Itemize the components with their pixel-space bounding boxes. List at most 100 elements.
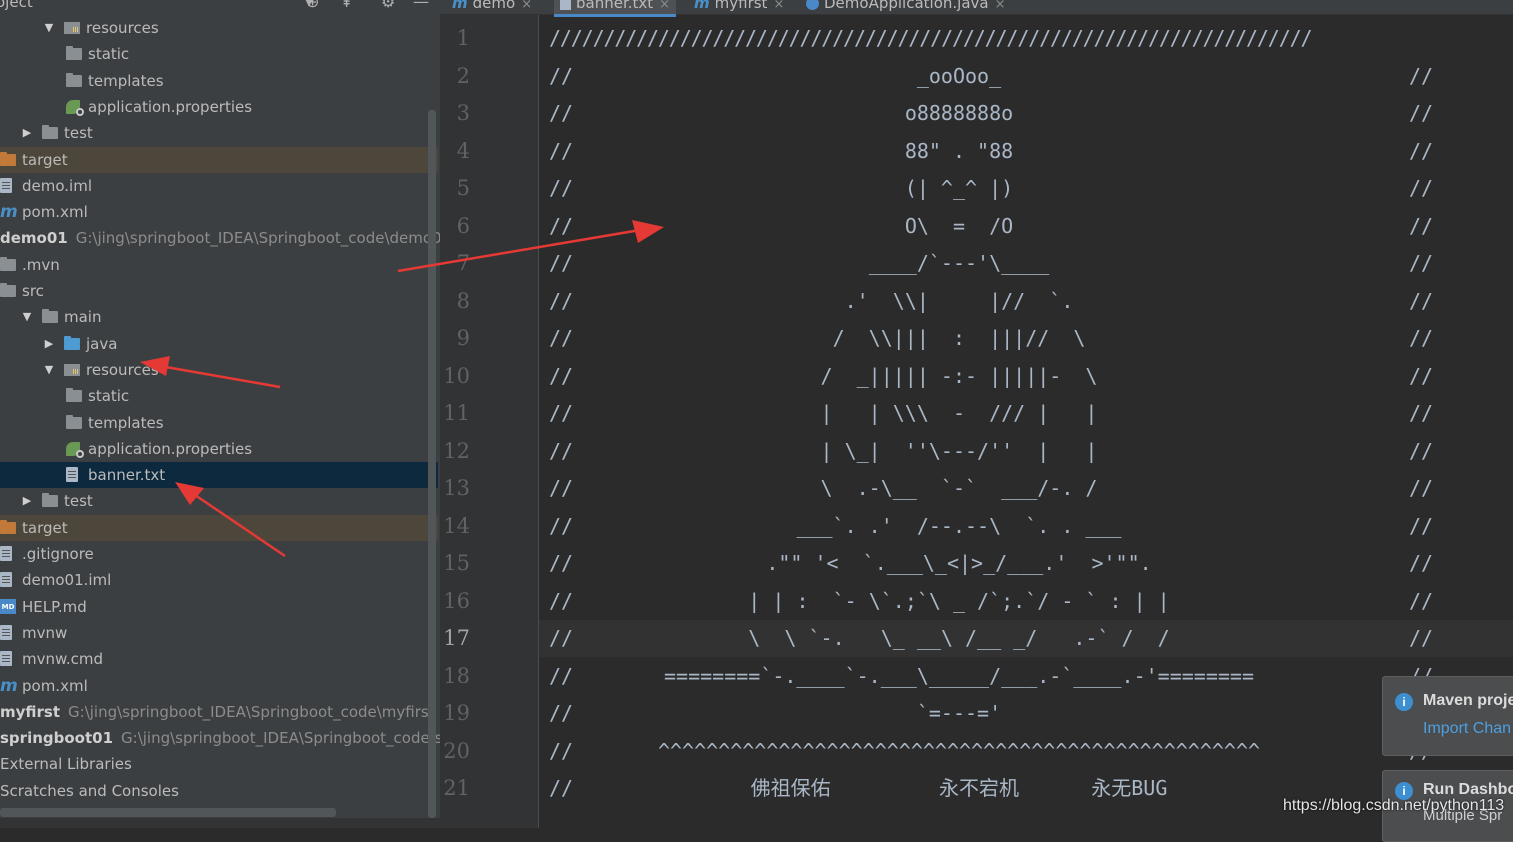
- tree-item[interactable]: application.properties: [0, 436, 438, 462]
- tree-item-label: java: [86, 331, 117, 357]
- comment-suffix: //: [1409, 251, 1434, 275]
- tree-item[interactable]: springboot01 G:\jing\springboot_IDEA\Spri…: [0, 725, 440, 751]
- line-number: 6: [456, 213, 470, 238]
- line-number: 11: [443, 401, 470, 425]
- comment-prefix: //: [549, 101, 574, 125]
- tree-item[interactable]: banner.txt: [0, 462, 438, 489]
- line-number-gutter[interactable]: 1 2 3 4 5 6 7 8 9 10 11 12 13 14 15 16 17 18 19 20 21: [440, 15, 539, 828]
- tree-item-label: application.properties: [88, 94, 252, 120]
- collapse-arrow-icon[interactable]: ▶: [20, 120, 34, 146]
- folder-icon: [42, 309, 58, 324]
- banner-art-text: o8888888o: [904, 101, 1014, 125]
- maven-notification[interactable]: i Maven proje Import Chan: [1382, 676, 1513, 756]
- tree-item[interactable]: m pom.xml: [0, 199, 438, 225]
- comment-suffix: //: [1409, 513, 1434, 538]
- tree-item[interactable]: templates: [0, 68, 438, 94]
- tree-item-name: templates: [88, 71, 164, 90]
- tree-item[interactable]: ▶ test: [0, 120, 438, 146]
- tree-item[interactable]: mvnw: [0, 620, 438, 646]
- tree-item[interactable]: .gitignore: [0, 541, 438, 567]
- tree-item[interactable]: demo.iml: [0, 173, 438, 199]
- comment-border: ////////////////////////////////////////…: [549, 26, 1313, 50]
- close-icon[interactable]: ×: [995, 0, 1006, 12]
- comment-prefix: //: [549, 63, 574, 88]
- banner-art-text: 佛祖保佑 永不宕机 永无BUG: [750, 776, 1168, 800]
- tree-item-name: static: [88, 387, 130, 406]
- comment-prefix: //: [549, 213, 574, 238]
- locate-file-icon[interactable]: ⊕: [306, 0, 319, 11]
- tree-item-label: demo01 G:\jing\springboot_IDEA\Springboot…: [0, 225, 440, 251]
- editor-tab-bar: m demo × banner.txt × m myfirst × DemoApplica…: [440, 0, 1513, 17]
- banner-art-text: ."" '< `.___\_<|>_/___.' >'"".: [766, 551, 1152, 575]
- panel-bottom-strip: [0, 818, 440, 828]
- tree-item-name: templates: [88, 413, 164, 432]
- tree-item[interactable]: ▼ resources: [0, 15, 438, 41]
- tree-item[interactable]: demo01.iml: [0, 567, 438, 593]
- tab-myfirst[interactable]: m myfirst ×: [694, 0, 784, 14]
- tree-item[interactable]: static: [0, 383, 438, 409]
- comment-suffix: //: [1409, 101, 1434, 125]
- tab-demo[interactable]: m demo ×: [452, 0, 532, 14]
- tree-item-label: .gitignore: [22, 541, 94, 567]
- tree-item[interactable]: application.properties: [0, 94, 438, 120]
- excluded-folder-icon: [0, 519, 16, 534]
- tree-item-name: demo.iml: [22, 176, 92, 195]
- source-folder-icon: [64, 335, 80, 350]
- line-number: 12: [443, 438, 470, 463]
- folder-icon: [0, 283, 16, 297]
- comment-prefix: //: [549, 476, 574, 500]
- tree-item-name: java: [86, 334, 118, 353]
- banner-art-text: 88" . "88: [904, 138, 1014, 163]
- spring-properties-icon: [66, 441, 84, 458]
- close-icon[interactable]: ×: [659, 0, 670, 12]
- tree-item-name: application.properties: [88, 439, 253, 458]
- line-number: 19: [443, 701, 470, 725]
- tree-item[interactable]: target: [0, 146, 438, 173]
- tree-item-name: mvnw: [22, 623, 68, 642]
- tree-item[interactable]: .mvn: [0, 252, 438, 278]
- tree-item-name: src: [22, 282, 44, 300]
- line-number: 14: [443, 513, 470, 538]
- editor-text-area[interactable]: // // // // // // // // // // // // // // // // // // // //…: [539, 15, 1513, 828]
- tree-item[interactable]: demo01 G:\jing\springboot_IDEA\Springboot…: [0, 225, 440, 251]
- spring-properties-icon: [66, 99, 84, 116]
- tree-item[interactable]: ▼ resources: [0, 357, 438, 383]
- tree-item[interactable]: External Libraries: [0, 751, 438, 777]
- line-number: 7: [456, 251, 470, 275]
- line-number: 15: [443, 551, 470, 575]
- tree-item-name: pom.xml: [22, 203, 88, 222]
- line-number: 17: [443, 626, 470, 650]
- tree-item[interactable]: m pom.xml: [0, 673, 438, 699]
- tree-item[interactable]: target: [0, 514, 438, 541]
- project-horizontal-scrollbar[interactable]: [0, 808, 336, 817]
- tree-item[interactable]: MD HELP.md: [0, 594, 438, 620]
- collapse-all-icon[interactable]: ⇞: [340, 0, 353, 11]
- tree-item[interactable]: static: [0, 41, 438, 67]
- comment-prefix: //: [549, 326, 574, 350]
- comment-prefix: //: [549, 588, 574, 613]
- tree-item[interactable]: ▶ test: [0, 488, 438, 514]
- tree-item-name: test: [64, 124, 93, 143]
- close-icon[interactable]: ×: [521, 0, 532, 12]
- import-changes-link[interactable]: Import Chan: [1423, 720, 1511, 738]
- project-vertical-scrollbar[interactable]: [428, 110, 436, 818]
- expand-arrow-icon[interactable]: ▼: [42, 15, 56, 41]
- expand-arrow-icon[interactable]: ▼: [20, 304, 34, 330]
- tree-item[interactable]: myfirst G:\jing\springboot_IDEA\Springboo…: [0, 699, 438, 725]
- tree-item[interactable]: mvnw.cmd: [0, 646, 438, 672]
- tab-demoapplication-java[interactable]: DemoApplication.java ×: [806, 0, 1005, 14]
- tree-item[interactable]: templates: [0, 410, 438, 436]
- text-file-icon: [0, 624, 12, 640]
- tree-item[interactable]: ▼ main: [0, 304, 438, 330]
- tab-label: demo: [472, 0, 516, 12]
- line-number: 5: [456, 176, 470, 200]
- tree-item[interactable]: Scratches and Consoles: [0, 778, 438, 804]
- close-icon[interactable]: ×: [773, 0, 784, 12]
- tree-item[interactable]: ▶ java: [0, 331, 438, 357]
- collapse-arrow-icon[interactable]: ▶: [20, 488, 34, 514]
- expand-arrow-icon[interactable]: ▼: [42, 357, 56, 383]
- tree-item[interactable]: src: [0, 278, 438, 304]
- hide-panel-icon[interactable]: —: [413, 0, 429, 11]
- gear-icon[interactable]: ⚙: [381, 0, 395, 11]
- collapse-arrow-icon[interactable]: ▶: [42, 331, 56, 357]
